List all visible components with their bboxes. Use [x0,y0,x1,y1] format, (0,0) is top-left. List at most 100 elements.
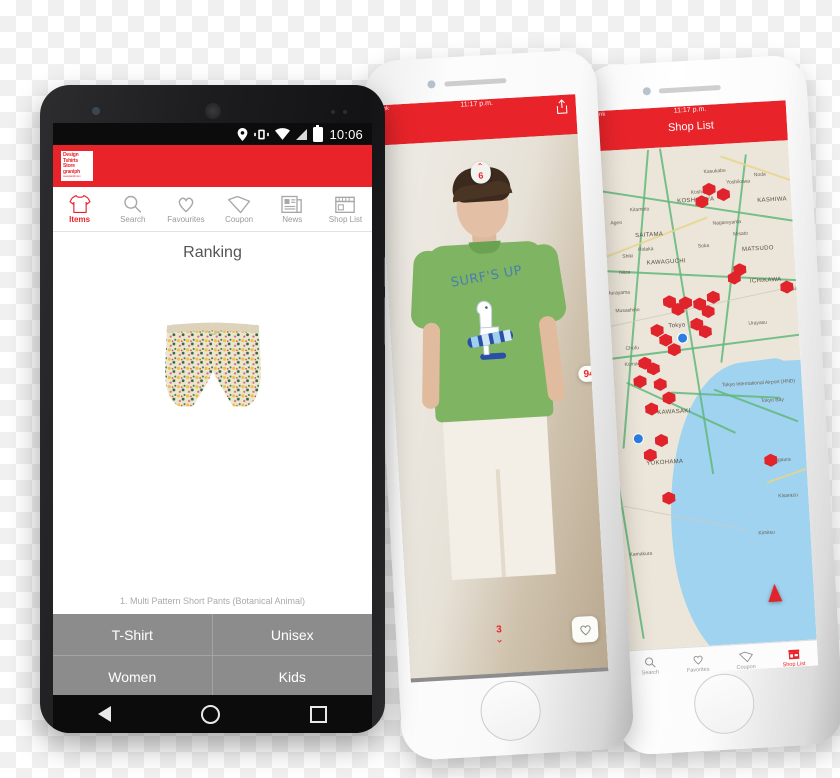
chevron-down-icon: ⌄ [495,634,505,646]
tab-shop-list[interactable]: Shop List [769,640,818,675]
tab-coupon[interactable]: Coupon [721,643,771,676]
shop-map-pin[interactable] [717,188,731,202]
tab-news[interactable]: News [266,194,319,224]
iphone-model-device: ⇅ 89% nk 11:17 p.m. [363,48,635,762]
shop-map-pin[interactable] [764,453,778,467]
ticket-icon [228,195,251,213]
shop-map[interactable]: KoshigayaKOSHIGAYAYoshikawaNodaKasukabeK… [596,140,817,651]
shop-map-pin[interactable] [643,448,657,462]
map-label: Kisarazu [778,492,798,500]
shop-map-pin[interactable] [701,305,715,319]
category-unisex[interactable]: Unisex [212,614,372,656]
shop-map-pin[interactable] [633,375,647,389]
home-button-map-phone[interactable] [692,672,756,736]
shop-pin-icon [717,188,731,202]
search-icon [124,195,142,213]
android-status-bar: 10:06 [53,123,372,145]
iphone-model-screen: ⇅ 89% nk 11:17 p.m. [377,94,609,683]
map-label: KASHIWA [757,196,788,205]
ranking-badge-down[interactable]: 3 ⌄ [495,624,505,646]
shop-map-pin[interactable] [655,434,669,448]
vibrate-icon [254,129,270,139]
android-device: 10:06 Design Tshirts Store graniph www.g… [40,85,385,733]
tab-search-label: Search [641,669,660,677]
map-label: Shiki [622,253,634,260]
battery-icon [313,124,324,142]
category-tshirt[interactable]: T-Shirt [53,614,213,656]
favourite-button[interactable] [571,615,599,644]
app-brand-bar: Design Tshirts Store graniph www.graniph… [53,145,372,187]
power-button[interactable] [384,257,385,287]
map-label: Hidaka [637,246,654,254]
shop-map-pin[interactable] [662,491,676,505]
shop-pin-icon [701,305,715,319]
map-label: Ageo [610,219,623,227]
earpiece-speaker [444,78,507,87]
tab-coupon[interactable]: Coupon [213,195,266,224]
next-item-badge[interactable]: 94 › [578,364,606,383]
shop-map-pin[interactable] [780,280,794,294]
app-tab-bar: Items Search Favourites Coupon News Shop… [53,187,372,232]
shop-pin-icon [727,271,741,285]
map-page-title: Shop List [667,119,715,135]
tab-shop-list[interactable]: Shop List [319,194,372,224]
tab-shop-list-label: Shop List [328,215,363,224]
tshirt-icon [69,194,91,214]
tab-search-label: Search [120,215,146,224]
proximity-sensor [331,110,335,114]
model-arm-left [422,322,441,409]
shop-map-pin[interactable] [679,296,693,310]
map-label: Niiza [619,269,631,277]
volume-button[interactable] [384,297,385,345]
shop-pin-icon [653,378,667,392]
graniph-logo[interactable]: Design Tshirts Store graniph www.graniph… [61,151,93,181]
tab-favourites[interactable]: Favourites [159,194,212,224]
shop-map-pin[interactable] [653,378,667,392]
tab-search[interactable]: Search [625,649,675,677]
surf-dog-graphic-icon [467,300,513,360]
map-label: Kamakura [629,550,653,558]
light-sensor [343,110,347,114]
ranking-badge-up[interactable]: ⌃ 6 [470,161,491,185]
tab-favorites[interactable]: Favorites [673,646,723,676]
shop-pin-icon [645,402,659,416]
shop-pin-icon [662,491,676,505]
android-screen: 10:06 Design Tshirts Store graniph www.g… [53,123,372,695]
front-camera-icon [642,87,652,96]
back-button-icon[interactable] [98,706,111,722]
shop-pin-icon [633,375,647,389]
navigation-arrow-icon [767,583,783,603]
category-kids[interactable]: Kids [213,656,373,695]
share-icon[interactable] [554,98,569,115]
shop-pin-icon [706,290,720,304]
search-icon [644,657,656,668]
recents-button-icon[interactable] [310,705,327,723]
product-image-shorts[interactable] [157,320,269,412]
shop-map-pin[interactable] [645,402,659,416]
shop-map-pin[interactable] [727,271,741,285]
shop-map-pin[interactable] [667,343,681,357]
tab-items-label: Items [69,215,91,224]
tab-search[interactable]: Search [106,194,159,224]
tab-items[interactable]: Items [53,194,106,224]
shop-map-pin[interactable] [698,325,712,339]
home-button-model-phone[interactable] [478,679,543,743]
shop-map-pin[interactable] [706,290,720,304]
heart-icon [178,197,194,213]
shop-map-pin[interactable] [695,195,709,209]
home-button-icon[interactable] [201,704,220,724]
map-label: Kimitsu [758,529,776,537]
android-clock: 10:06 [329,126,363,142]
tab-favourites-label: Favourites [167,215,205,224]
shop-map-pin[interactable] [646,362,660,376]
product-photo-area[interactable]: SURF'S UP ⌃ 6 3 ⌄ 94 › [379,134,609,679]
category-women[interactable]: Women [53,656,213,695]
shop-pin-icon [655,434,669,448]
tab-shop-list-label: Shop List [782,661,806,669]
shop-map-pin[interactable] [662,391,676,405]
map-label: Musashino [615,307,640,315]
shop-pin-icon [679,296,693,310]
tab-news-label: News [282,215,303,224]
signal-icon [296,128,308,140]
chevron-up-icon[interactable]: ⌃ [588,678,602,683]
